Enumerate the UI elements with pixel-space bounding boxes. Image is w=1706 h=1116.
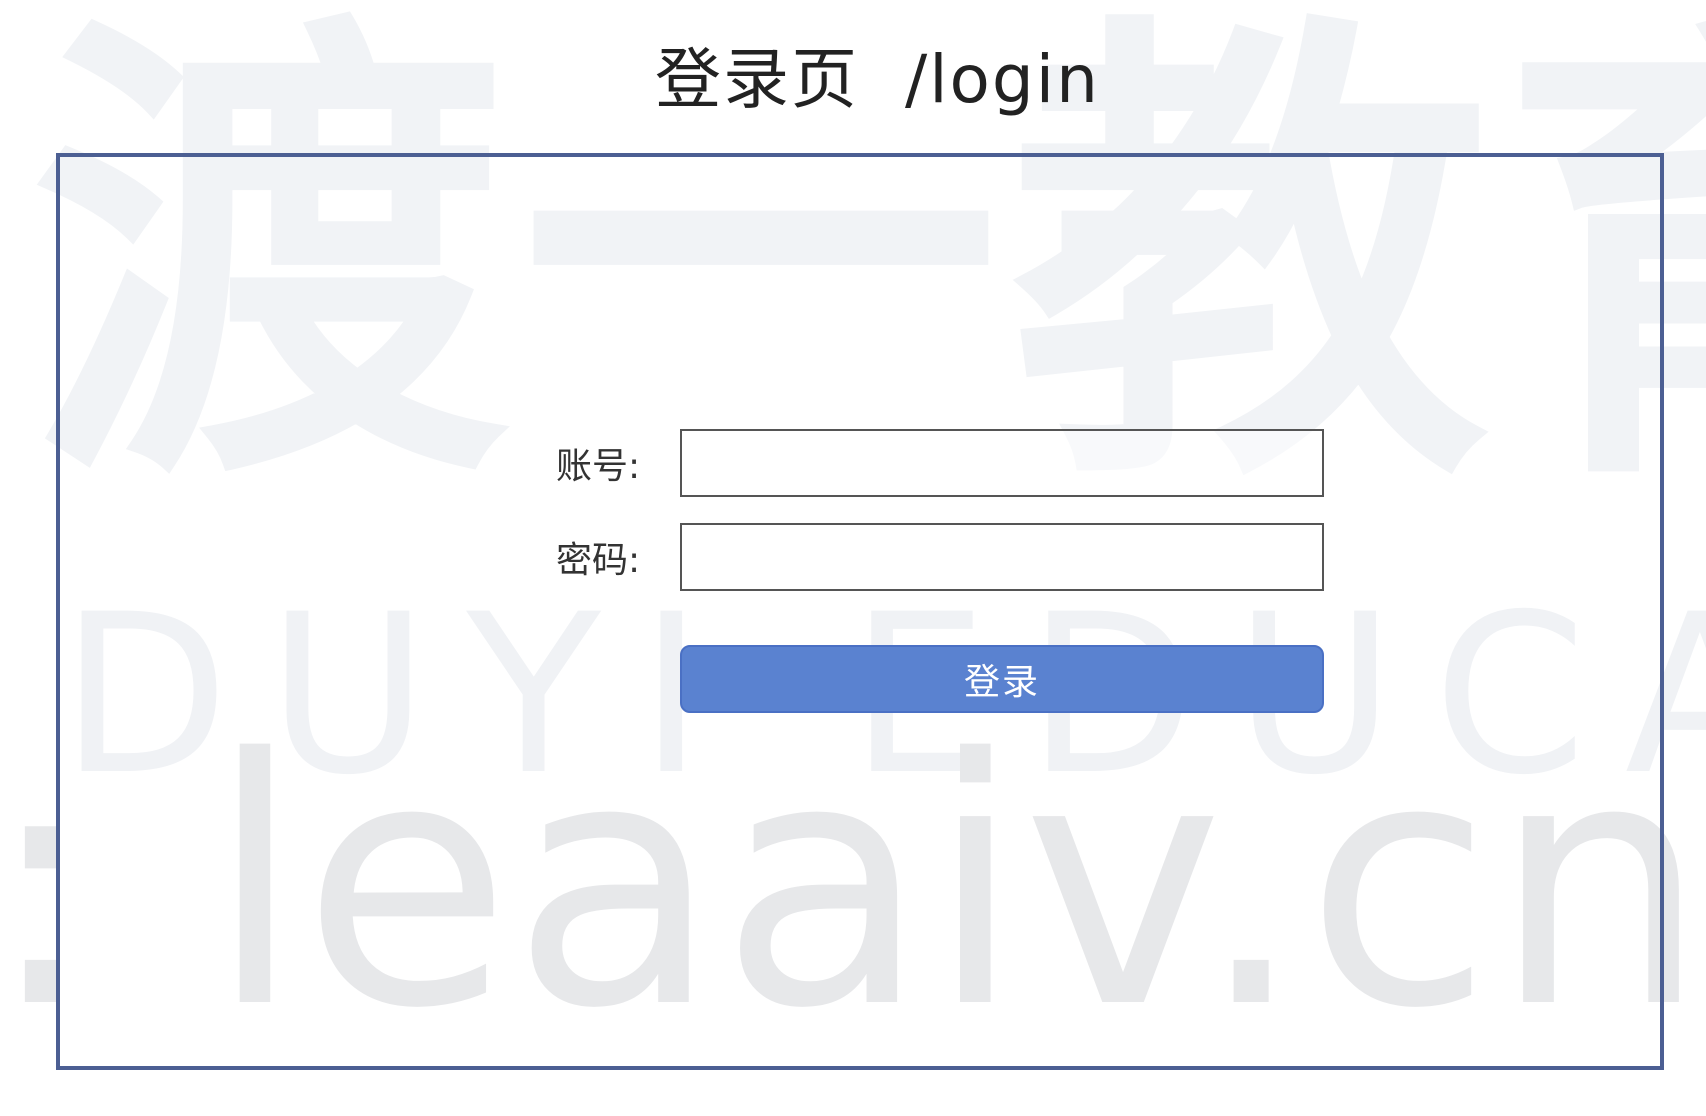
- password-row: 密码:: [556, 523, 1324, 591]
- login-button[interactable]: 登录: [680, 645, 1324, 713]
- password-label: 密码:: [556, 540, 641, 581]
- password-input[interactable]: [680, 523, 1324, 591]
- username-row: 账号:: [556, 429, 1324, 497]
- username-input[interactable]: [680, 429, 1324, 497]
- page-title: 登录页 /login: [655, 41, 1100, 118]
- login-frame: [56, 153, 1664, 1070]
- username-label: 账号:: [556, 446, 641, 487]
